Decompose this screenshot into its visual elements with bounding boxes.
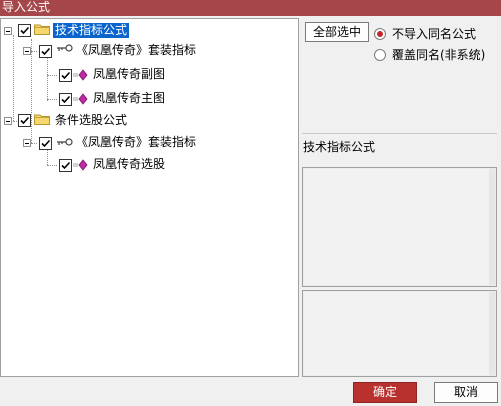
tree-item-tech-formula[interactable]: 技术指标公式 (53, 23, 130, 38)
group1-checkbox[interactable] (18, 24, 31, 37)
tree-line (13, 35, 14, 121)
folder-icon (34, 24, 50, 35)
tree-line (47, 57, 48, 101)
formula-name-label: 技术指标公式 (303, 140, 376, 154)
subgroup2-checkbox[interactable] (39, 137, 52, 150)
radio-dot[interactable] (374, 48, 386, 61)
tree-item-suite-indicator-2[interactable]: 《凤凰传奇》套装指标 (74, 135, 198, 150)
check-icon (61, 95, 71, 104)
tree-item-mainchart[interactable]: 凤凰传奇主图 (91, 91, 167, 106)
tree-line (47, 149, 48, 165)
radio-overwrite-label: 覆盖同名(非系统) (392, 48, 486, 62)
description-area (304, 169, 495, 285)
subgroup1-checkbox[interactable] (39, 45, 52, 58)
scrollbar-track[interactable] (489, 292, 495, 375)
check-icon (20, 116, 30, 125)
radio-dot-selected[interactable] (374, 27, 386, 40)
tree-item-subchart[interactable]: 凤凰传奇副图 (91, 67, 167, 82)
key-icon (57, 44, 73, 52)
tree-line (31, 143, 37, 144)
details-separator (302, 133, 497, 134)
tree-line (47, 75, 57, 76)
tree-item-stock-pick[interactable]: 凤凰传奇选股 (91, 157, 167, 172)
check-icon (20, 26, 30, 35)
formula-diamond-icon (73, 93, 88, 105)
group2-checkbox[interactable] (18, 114, 31, 127)
scrollbar-track[interactable] (489, 169, 495, 285)
formula-diamond-icon (73, 69, 88, 81)
collapse-toggle[interactable] (4, 27, 12, 35)
folder-icon (34, 114, 50, 125)
preview-area (304, 292, 495, 375)
collapse-toggle[interactable] (4, 117, 12, 125)
check-icon (61, 71, 71, 80)
item-checkbox[interactable] (59, 69, 72, 82)
formula-tree[interactable]: 技术指标公式 《凤凰传奇》套装指标 凤凰传奇副图 凤凰传奇主图 条件选股公式 《… (0, 18, 299, 377)
tree-line (31, 39, 32, 143)
tree-line (31, 51, 37, 52)
item-checkbox[interactable] (59, 159, 72, 172)
tree-item-stock-selection[interactable]: 条件选股公式 (53, 113, 129, 128)
select-all-button[interactable]: 全部选中 (305, 22, 369, 42)
check-icon (61, 161, 71, 170)
ok-button[interactable]: 确定 (353, 382, 417, 403)
radio-no-import-label: 不导入同名公式 (392, 27, 477, 41)
tree-line (47, 99, 57, 100)
cancel-button[interactable]: 取消 (434, 382, 498, 403)
formula-preview-box[interactable] (302, 290, 497, 377)
radio-overwrite[interactable]: 覆盖同名(非系统) (374, 46, 485, 63)
collapse-toggle[interactable] (23, 47, 31, 55)
formula-diamond-icon (73, 159, 88, 171)
tree-line (47, 165, 57, 166)
check-icon (41, 139, 51, 148)
key-icon (57, 138, 73, 146)
formula-description-box[interactable] (302, 167, 497, 287)
collapse-toggle[interactable] (23, 139, 31, 147)
radio-no-import[interactable]: 不导入同名公式 (374, 25, 476, 42)
check-icon (41, 47, 51, 56)
item-checkbox[interactable] (59, 93, 72, 106)
window-titlebar: 导入公式 (0, 0, 501, 16)
window-title: 导入公式 (2, 0, 51, 14)
tree-item-suite-indicator[interactable]: 《凤凰传奇》套装指标 (74, 43, 198, 58)
